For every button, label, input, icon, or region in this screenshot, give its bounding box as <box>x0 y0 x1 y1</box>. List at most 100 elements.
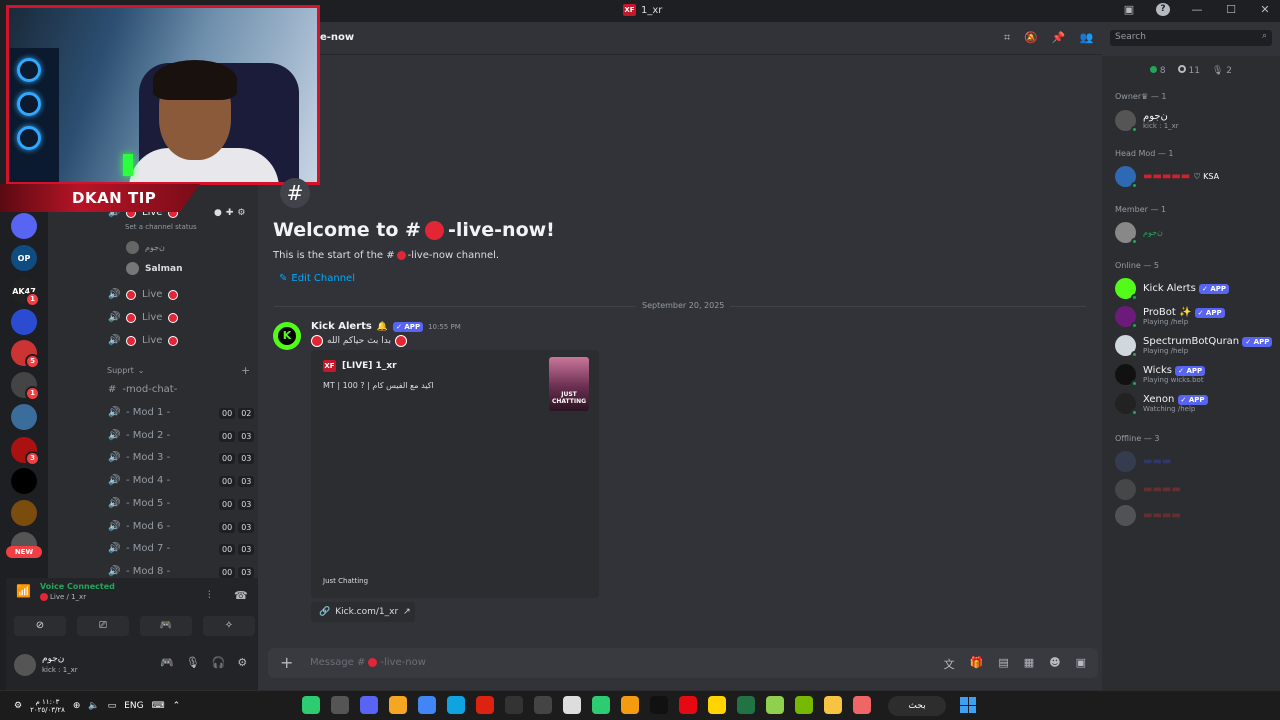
channel-mod[interactable]: 🔊 - Mod 7 - <box>108 543 170 554</box>
activity-button[interactable]: 🎮 <box>140 616 192 636</box>
create-channel-button[interactable]: + <box>241 364 250 377</box>
channel-mod[interactable]: 🔊 - Mod 8 - <box>108 566 170 577</box>
member-headmod[interactable]: ▬▬▬▬▬ ♡ KSA <box>1115 166 1219 189</box>
settings-tray-icon[interactable]: ⚙ <box>14 701 22 711</box>
app-icon-copilot[interactable] <box>853 696 871 714</box>
app-icon-app[interactable] <box>505 696 523 714</box>
server-icon[interactable]: OP <box>11 245 37 271</box>
noise-suppression-icon[interactable]: ⫶ <box>208 590 211 601</box>
app-icon-kick[interactable] <box>592 696 610 714</box>
language-indicator[interactable]: ENG <box>124 701 143 711</box>
channel-mod[interactable]: 🔊 - Mod 3 - <box>108 452 170 463</box>
kick-alerts-avatar[interactable]: K <box>273 322 301 350</box>
chevron-up-icon[interactable]: ⌃ <box>173 701 181 711</box>
volume-icon[interactable]: 🔈 <box>88 701 99 711</box>
kick-link-button[interactable]: 🔗 Kick.com/1_xr ↗ <box>311 602 415 622</box>
gif-icon[interactable]: ▤ <box>998 656 1008 672</box>
message-author[interactable]: Kick Alerts <box>311 321 372 332</box>
server-icon[interactable] <box>11 500 37 526</box>
category-supprt[interactable]: Supprt ⌄ <box>107 366 144 375</box>
channel-live-3[interactable]: 🔊 Live <box>108 312 179 323</box>
app-icon-app[interactable] <box>476 696 494 714</box>
soundboard-button[interactable]: ✧ <box>203 616 255 636</box>
close-button[interactable]: ✕ <box>1258 3 1272 16</box>
voice-status[interactable]: Voice Connected <box>40 582 115 591</box>
help-icon[interactable]: ? <box>1156 3 1170 16</box>
server-icon[interactable]: 1 <box>11 372 40 401</box>
voice-channel[interactable]: Live / 1_xr <box>40 593 86 601</box>
app-icon-excel[interactable] <box>737 696 755 714</box>
embed-title[interactable]: XF [LIVE] 1_xr <box>323 360 397 372</box>
settings-icon[interactable]: ⚙ <box>237 208 245 218</box>
channel-mod[interactable]: 🔊 - Mod 1 - <box>108 407 170 418</box>
channel-mod[interactable]: 🔊 - Mod 2 - <box>108 430 170 441</box>
new-badge[interactable]: NEW <box>6 546 42 558</box>
server-icon[interactable] <box>11 213 37 239</box>
search-input[interactable]: Search ⌕ <box>1110 30 1272 46</box>
member-online[interactable]: Xenon ✓ APP Watching /help <box>1115 393 1208 416</box>
channel-mod[interactable]: 🔊 - Mod 4 - <box>108 475 170 486</box>
gamepad-icon[interactable]: 🎮 <box>160 656 174 669</box>
user-name[interactable]: ن‌جوم <box>42 654 64 664</box>
avatar[interactable] <box>14 654 36 676</box>
invite-icon[interactable]: ✚ <box>226 208 234 218</box>
inbox-icon[interactable]: ▣ <box>1122 3 1136 16</box>
pin-icon[interactable]: 📌 <box>1052 31 1066 45</box>
server-icon[interactable] <box>11 404 37 430</box>
voice-user-2[interactable]: Salman <box>126 262 183 275</box>
server-icon[interactable] <box>11 309 37 335</box>
gear-icon[interactable]: ⚙ <box>237 656 247 669</box>
emoji-icon[interactable]: ☻ <box>1049 656 1060 672</box>
app-icon-kick[interactable] <box>302 696 320 714</box>
app-icon-app[interactable] <box>621 696 639 714</box>
app-icon-app[interactable] <box>708 696 726 714</box>
display-icon[interactable]: ▭ <box>108 701 117 711</box>
sticker-icon[interactable]: ▦ <box>1024 656 1034 672</box>
signal-icon[interactable]: 📶 <box>16 584 31 598</box>
taskbar-search[interactable]: بحث <box>888 696 946 716</box>
mute-bell-icon[interactable]: 🔕 <box>1024 31 1038 45</box>
app-icon-nvidia[interactable] <box>795 696 813 714</box>
member-online[interactable]: Kick Alerts ✓ APP <box>1115 278 1230 301</box>
channel-mod[interactable]: 🔊 - Mod 6 - <box>108 521 170 532</box>
screen-share-button[interactable]: ⎚ <box>77 616 129 636</box>
gift-icon[interactable]: 🎁 <box>970 656 984 672</box>
apps-icon[interactable]: ▣ <box>1076 656 1086 672</box>
member-offline-2[interactable]: ▬▬▬▬ <box>1115 479 1181 500</box>
server-icon[interactable] <box>11 468 37 494</box>
server-icon[interactable]: 5 <box>11 340 40 369</box>
clock[interactable]: ١١:٠٣ م ٢٠٢٥/٠٣/٢٨ <box>30 698 65 714</box>
disconnect-icon[interactable]: ☎ <box>234 589 248 602</box>
members-icon[interactable]: 👥 <box>1080 31 1094 45</box>
channel-mod[interactable]: 🔊 - Mod 5 - <box>108 498 170 509</box>
app-icon-discord[interactable] <box>360 696 378 714</box>
chat-icon[interactable]: ● <box>214 208 222 218</box>
camera-off-button[interactable]: ⊘ <box>14 616 66 636</box>
threads-icon[interactable]: ⌗ <box>1004 31 1010 45</box>
upload-plus-icon[interactable]: + <box>280 653 293 672</box>
channel-live-2[interactable]: 🔊 Live <box>108 289 179 300</box>
member-online[interactable]: SpectrumBotQuran ✓ APP Playing /help <box>1115 335 1273 358</box>
member-owner[interactable]: ن‌جوم kick : 1_xr <box>1115 110 1179 133</box>
edit-channel-link[interactable]: ✎ Edit Channel <box>279 273 355 284</box>
channel-mod-chat[interactable]: # -mod-chat- <box>108 384 177 395</box>
channel-live-4[interactable]: 🔊 Live <box>108 335 179 346</box>
app-icon-netflix[interactable] <box>679 696 697 714</box>
embed-thumbnail[interactable]: JUST CHATTING <box>549 357 589 411</box>
server-icon[interactable]: 3 <box>11 437 40 466</box>
app-icon-discord-ptb[interactable] <box>389 696 407 714</box>
app-icon-app[interactable] <box>534 696 552 714</box>
message-composer[interactable]: + Message # -live-now 文 🎁 ▤ ▦ ☻ ▣ <box>268 648 1098 678</box>
member-online[interactable]: Wicks ✓ APP Playing wicks.bot <box>1115 364 1206 387</box>
member-offline-3[interactable]: ▬▬▬▬ <box>1115 505 1181 526</box>
headphones-icon[interactable]: 🎧 <box>212 656 226 669</box>
voice-user-1[interactable]: ن‌جوم <box>126 241 165 254</box>
network-icon[interactable]: ⊕ <box>73 701 81 711</box>
app-icon-obs[interactable] <box>331 696 349 714</box>
app-icon-notepad[interactable] <box>563 696 581 714</box>
member-online[interactable]: ProBot ✨ ✓ APP Playing /help <box>1115 306 1225 329</box>
maximize-button[interactable]: ☐ <box>1224 3 1238 16</box>
microphone-icon[interactable]: 🎙 <box>186 656 200 669</box>
channel-status-hint[interactable]: Set a channel status <box>125 223 197 231</box>
member-offline-1[interactable]: ▬▬▬ <box>1115 451 1171 472</box>
